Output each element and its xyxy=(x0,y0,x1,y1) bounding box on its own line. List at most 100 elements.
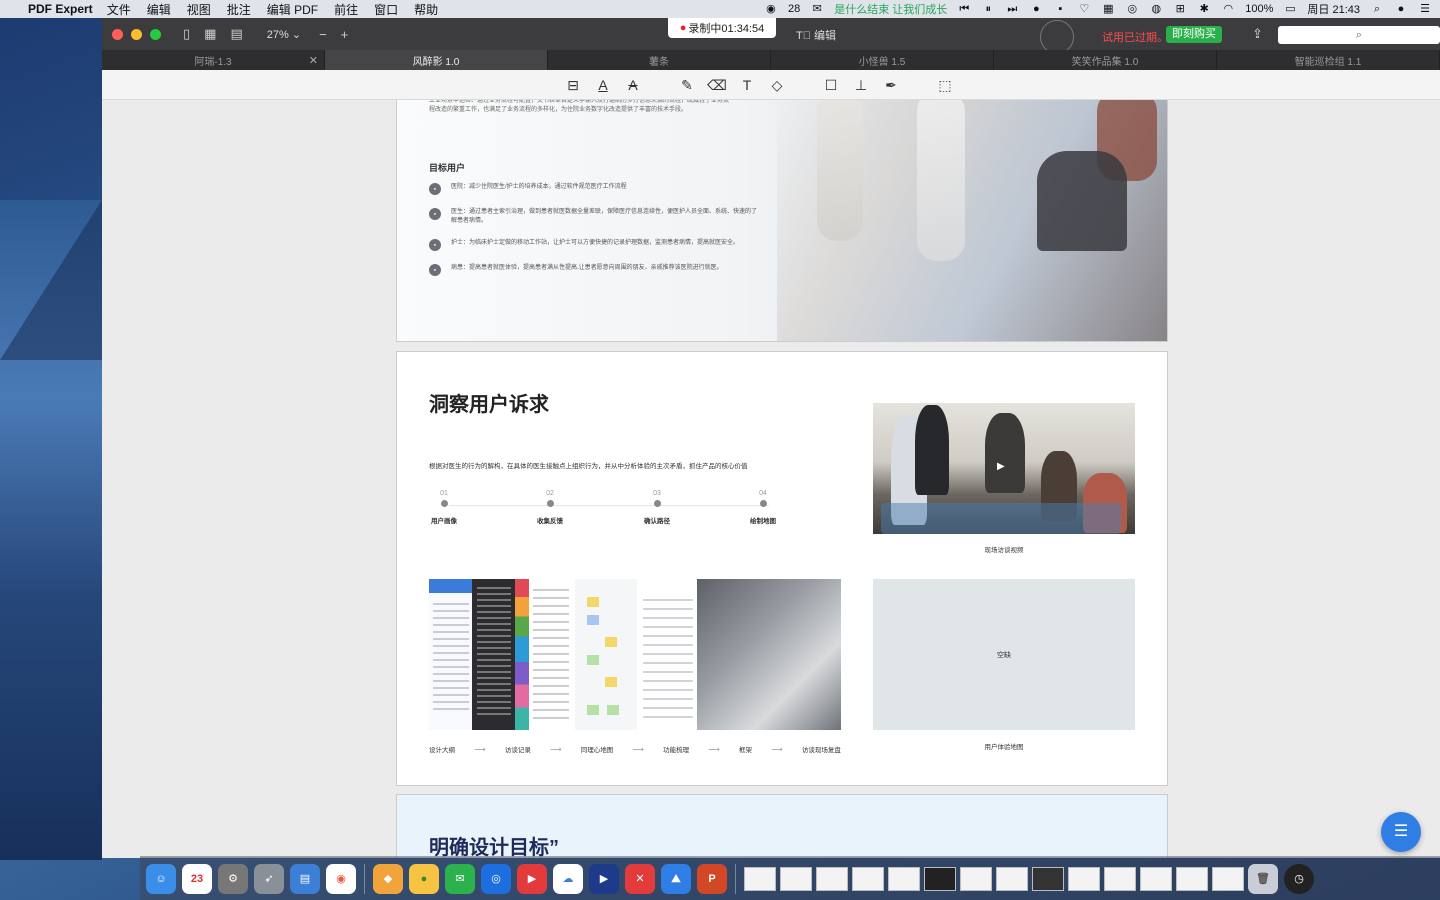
document-tabs: 阿瑞-1.3 ✕ 风醉影 1.0 薯条 小怪兽 1.5 笑笑作品集 1.0 智能… xyxy=(102,50,1440,70)
wechat-icon[interactable]: ✉ xyxy=(810,3,824,15)
battery-icon[interactable]: ▭ xyxy=(1283,3,1297,15)
close-tab-icon[interactable]: ✕ xyxy=(309,54,318,67)
signature-icon[interactable]: ✒ xyxy=(876,75,906,95)
minimized-window-thumbnail[interactable] xyxy=(1176,866,1208,891)
calendar-icon[interactable]: 23 xyxy=(182,863,212,894)
powerpoint-icon[interactable]: P xyxy=(697,863,727,894)
menu-go[interactable]: 前往 xyxy=(334,1,358,18)
minimize-window-button[interactable] xyxy=(131,28,142,40)
mindnode-icon[interactable]: ● xyxy=(409,863,439,894)
wechat-app-icon[interactable]: ✉ xyxy=(445,863,475,894)
menu-file[interactable]: 文件 xyxy=(107,1,131,18)
play-icon[interactable]: ▶ xyxy=(997,461,1005,472)
zoom-out-button[interactable]: − xyxy=(319,27,327,42)
menu-edit-pdf[interactable]: 编辑 PDF xyxy=(267,1,318,18)
minimized-window-thumbnail[interactable] xyxy=(744,866,776,891)
prev-track-icon[interactable]: ⏮ xyxy=(957,3,971,15)
edit-mode-button[interactable]: T⃓ 编辑 xyxy=(796,27,836,43)
menu-edit[interactable]: 编辑 xyxy=(147,1,171,18)
tab-document-2[interactable]: 风醉影 1.0 xyxy=(325,50,548,70)
minimized-window-thumbnail[interactable] xyxy=(1140,866,1172,891)
system-preferences-icon[interactable]: ⚙ xyxy=(218,863,248,894)
help-circle-icon[interactable]: ◍ xyxy=(1149,3,1163,15)
input-method-icon[interactable]: ⊞ xyxy=(1173,3,1187,15)
grid-icon[interactable]: ▦ xyxy=(1101,3,1115,15)
minimized-window-thumbnail[interactable] xyxy=(816,866,848,891)
eye-icon[interactable]: ◎ xyxy=(1125,3,1139,15)
minimized-window-thumbnail[interactable] xyxy=(1212,866,1244,891)
battery-percent: 100% xyxy=(1245,3,1274,15)
video-app-icon[interactable]: ▶ xyxy=(517,863,547,894)
xmind-icon[interactable]: ✕ xyxy=(625,863,655,894)
tab-document-4[interactable]: 小怪兽 1.5 xyxy=(771,50,994,70)
sketch-icon[interactable]: ◆ xyxy=(373,863,403,894)
minimized-window-thumbnail[interactable] xyxy=(996,866,1028,891)
pen-icon[interactable]: ✎ xyxy=(672,75,702,95)
menu-window[interactable]: 窗口 xyxy=(374,1,398,18)
recording-indicator[interactable]: ● 录制中01:34:54 xyxy=(668,18,776,38)
menu-annotate[interactable]: 批注 xyxy=(227,1,251,18)
menu-view[interactable]: 视图 xyxy=(187,1,211,18)
notification-icon[interactable]: ◉ xyxy=(764,3,778,15)
minimized-window-thumbnail[interactable] xyxy=(888,866,920,891)
cloud-app-icon[interactable]: ☁ xyxy=(553,863,583,894)
minimized-window-thumbnail[interactable] xyxy=(1068,866,1100,891)
minimized-window-thumbnail[interactable] xyxy=(924,866,956,891)
minimized-window-thumbnail[interactable] xyxy=(1104,866,1136,891)
zoom-level[interactable]: 27% ⌄ xyxy=(267,28,301,41)
buy-now-button[interactable]: 即刻购买 xyxy=(1166,26,1222,43)
user-icon[interactable]: ● xyxy=(1029,3,1043,15)
tab-document-6[interactable]: 智能巡检组 1.1 xyxy=(1217,50,1440,70)
underline-icon[interactable]: A xyxy=(588,75,618,95)
next-track-icon[interactable]: ⏭ xyxy=(1005,3,1019,15)
stamp-icon[interactable]: ⊥ xyxy=(846,75,876,95)
search-input[interactable]: ⌕ xyxy=(1278,26,1440,44)
layout-icon[interactable]: ▤ xyxy=(230,26,242,42)
strikethrough-icon[interactable]: A xyxy=(618,75,648,95)
trash-icon[interactable]: 🗑 xyxy=(1248,863,1278,894)
share-icon[interactable]: ⇪ xyxy=(1252,26,1263,42)
tab-document-1[interactable]: 阿瑞-1.3 ✕ xyxy=(102,50,325,70)
interview-video-thumbnail[interactable]: ▶ xyxy=(873,403,1135,534)
clock[interactable]: 周日 21:43 xyxy=(1307,1,1360,17)
shapes-icon[interactable]: ◇ xyxy=(762,75,792,95)
eraser-icon[interactable]: ⌫ xyxy=(702,75,732,95)
close-window-button[interactable] xyxy=(112,28,123,40)
qq-browser-icon[interactable]: ◎ xyxy=(481,863,511,894)
control-center-icon[interactable]: ☰ xyxy=(1418,3,1432,15)
tab-document-3[interactable]: 薯条 xyxy=(548,50,771,70)
clock-widget-icon[interactable]: ◷ xyxy=(1284,863,1314,894)
siri-icon[interactable]: ● xyxy=(1394,3,1408,15)
document-canvas[interactable]: 工业场景中巡检、通过业务流程可配置，文书表单自定义手输入及打通病历多方信息来源的… xyxy=(102,100,1440,858)
launchpad-icon[interactable]: ➶ xyxy=(254,863,284,894)
thumbnails-icon[interactable]: ▦ xyxy=(204,26,216,42)
bullet-icon: ● xyxy=(429,208,441,220)
zoom-window-button[interactable] xyxy=(150,28,161,40)
wifi-icon[interactable]: ◠ xyxy=(1221,3,1235,15)
player-app-icon[interactable]: ▶ xyxy=(589,863,619,894)
app-name-menu[interactable]: PDF Expert xyxy=(28,2,93,16)
minimized-window-thumbnail[interactable] xyxy=(780,866,812,891)
text-highlight-icon[interactable]: ⊟ xyxy=(558,75,588,95)
heart-icon[interactable]: ♡ xyxy=(1077,3,1091,15)
sidebar-toggle-icon[interactable]: ▯ xyxy=(183,26,190,42)
minimized-window-thumbnail[interactable] xyxy=(960,866,992,891)
comment-icon[interactable]: ☐ xyxy=(816,75,846,95)
finder-icon[interactable]: ☺ xyxy=(146,863,176,894)
pause-icon[interactable]: ⏸ xyxy=(981,3,995,15)
status-text[interactable]: 是什么结束 让我们成长 xyxy=(834,1,947,17)
tab-document-5[interactable]: 笑笑作品集 1.0 xyxy=(994,50,1217,70)
chrome-icon[interactable]: ◉ xyxy=(326,863,356,894)
bluetooth-icon[interactable]: ✱ xyxy=(1197,3,1211,15)
menu-help[interactable]: 帮助 xyxy=(414,1,438,18)
minimized-window-thumbnail[interactable] xyxy=(1032,866,1064,891)
chat-icon[interactable]: ▪ xyxy=(1053,3,1067,15)
zoom-in-button[interactable]: + xyxy=(341,27,349,42)
minimized-window-thumbnail[interactable] xyxy=(852,866,884,891)
text-tool-icon[interactable]: T xyxy=(732,75,762,95)
select-area-icon[interactable]: ⬚ xyxy=(930,75,960,95)
lanhu-icon[interactable]: ⛰ xyxy=(661,863,691,894)
spotlight-icon[interactable]: ⌕ xyxy=(1370,3,1384,15)
chat-bubble-button[interactable]: ☰ xyxy=(1381,812,1421,852)
notes-app-icon[interactable]: ▤ xyxy=(290,863,320,894)
